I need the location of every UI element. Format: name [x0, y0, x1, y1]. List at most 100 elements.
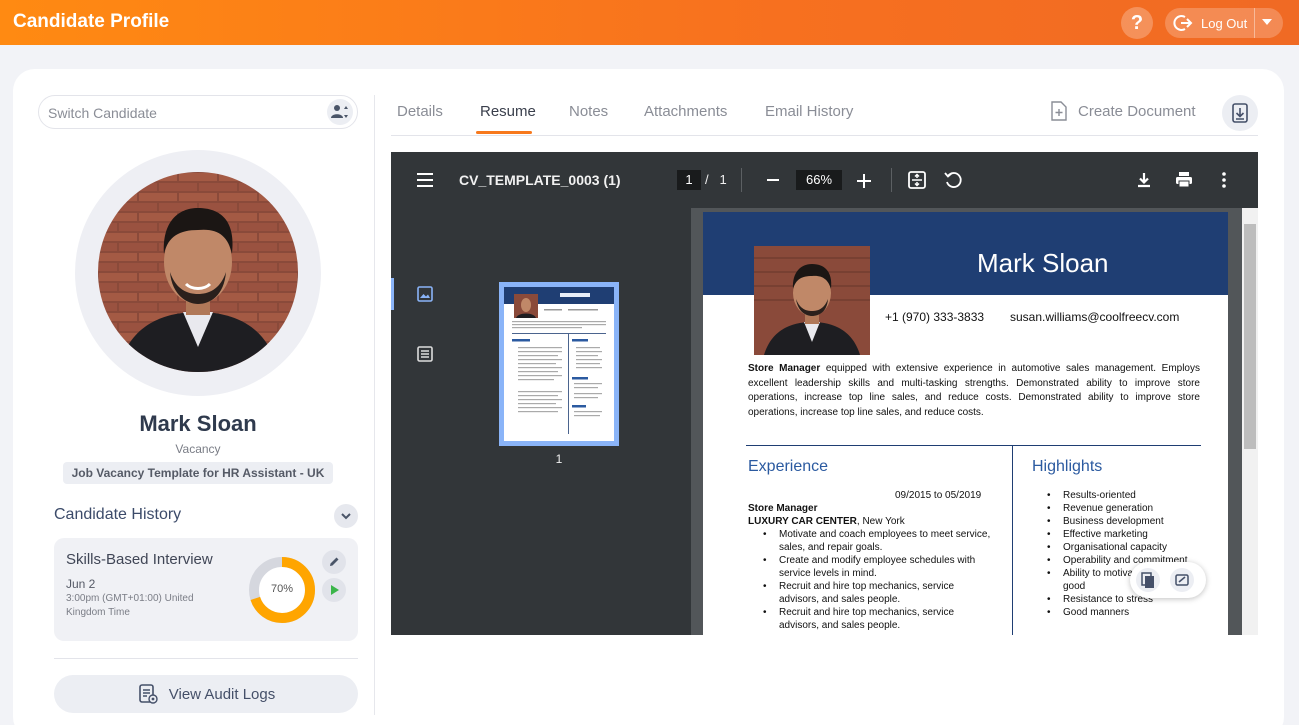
job-bullets: Motivate and coach employees to meet ser… — [761, 528, 991, 632]
history-toggle-button[interactable] — [334, 504, 358, 528]
download-icon — [1232, 103, 1248, 123]
company-name: LUXURY CAR CENTER — [748, 516, 857, 527]
list-item: Good manners — [1047, 606, 1207, 619]
resume-summary: Store Manager equipped with extensive ex… — [748, 362, 1200, 420]
resume-email: susan.williams@coolfreecv.com — [1010, 310, 1180, 324]
job-role: Store Manager — [748, 503, 818, 514]
tab-attachments[interactable]: Attachments — [644, 103, 727, 120]
vacancy-label: Vacancy — [175, 442, 221, 456]
job-company: LUXURY CAR CENTER, New York — [748, 516, 905, 527]
zoom-input[interactable]: 66% — [796, 170, 842, 190]
logout-separator — [1254, 8, 1255, 38]
logout-label: Log Out — [1201, 15, 1248, 31]
progress-percent: 70% — [270, 583, 294, 595]
highlights-heading: Highlights — [1032, 458, 1103, 475]
page-separator: / — [705, 172, 709, 187]
list-item: Business development — [1047, 515, 1207, 528]
history-event-title: Skills-Based Interview — [66, 551, 213, 568]
outline-icon[interactable] — [417, 346, 433, 362]
sidebar-active-indicator — [391, 278, 394, 310]
help-button[interactable]: ? — [1121, 7, 1153, 39]
print-icon[interactable] — [1174, 170, 1194, 190]
edit-document-button[interactable] — [1170, 568, 1194, 592]
experience-heading: Experience — [748, 458, 829, 475]
tab-notes[interactable]: Notes — [569, 103, 608, 120]
resume-photo — [754, 246, 870, 355]
highlights-list: Results-oriented Revenue generation Busi… — [1047, 489, 1207, 619]
list-item: Results-oriented — [1047, 489, 1207, 502]
page-thumbnail[interactable] — [499, 282, 619, 446]
copy-document-icon — [1141, 572, 1154, 588]
copy-document-button[interactable] — [1136, 568, 1160, 592]
viewer-sidebar: 1 — [391, 208, 691, 635]
divider — [54, 658, 358, 659]
avatar — [98, 172, 298, 372]
edit-document-icon — [1175, 574, 1189, 586]
zoom-in-icon[interactable] — [857, 174, 871, 188]
create-document-label: Create Document — [1078, 102, 1196, 120]
tab-resume[interactable]: Resume — [480, 103, 536, 120]
history-event-date: Jun 2 — [66, 577, 96, 591]
company-location: , New York — [856, 516, 905, 527]
resume-phone: +1 (970) 333-3833 — [885, 310, 985, 324]
fit-page-icon[interactable] — [907, 170, 927, 190]
toolbar-separator — [741, 168, 742, 192]
play-button[interactable] — [322, 578, 346, 602]
app-title: Candidate Profile — [13, 11, 170, 32]
history-event-time: 3:00pm (GMT+01:00) United Kingdom Time — [66, 593, 194, 618]
total-pages: 1 — [719, 172, 727, 187]
panel-divider — [374, 95, 375, 715]
audit-log-icon — [138, 684, 158, 704]
add-document-icon — [1051, 101, 1067, 121]
zoom-out-icon[interactable] — [767, 179, 779, 181]
create-document-button[interactable]: Create Document — [1050, 101, 1196, 121]
page-number-input[interactable]: 1 — [677, 170, 701, 190]
tab-details[interactable]: Details — [397, 103, 443, 120]
vacancy-chip[interactable]: Job Vacancy Template for HR Assistant - … — [63, 462, 333, 484]
pencil-icon — [330, 557, 339, 566]
thumbnail-preview — [504, 287, 614, 441]
viewer-toolbar: CV_TEMPLATE_0003 (1) 1 / 1 66% — [391, 152, 1258, 208]
summary-lead: Store Manager — [748, 363, 821, 374]
job-dates: 09/2015 to 05/2019 — [895, 490, 982, 501]
download-button[interactable] — [1222, 95, 1258, 131]
view-audit-logs-button[interactable]: View Audit Logs — [54, 675, 358, 713]
list-item: Revenue generation — [1047, 502, 1207, 515]
floating-actions — [1130, 562, 1206, 598]
list-item: Recruit and hire top mechanics, service … — [761, 580, 991, 606]
download-icon[interactable] — [1134, 170, 1154, 190]
active-tab-indicator — [476, 131, 532, 134]
menu-icon[interactable] — [417, 173, 433, 187]
more-vert-icon[interactable] — [1214, 170, 1234, 190]
top-bar: Candidate Profile ? Log Out — [0, 0, 1299, 45]
list-item: Effective marketing — [1047, 528, 1207, 541]
pdf-viewer[interactable]: CV_TEMPLATE_0003 (1) 1 / 1 66% 1 Mark Sl… — [391, 152, 1258, 635]
switch-candidate-input[interactable]: Switch Candidate — [38, 95, 358, 129]
resume-name: Mark Sloan — [977, 248, 1109, 278]
history-card[interactable]: Skills-Based Interview Jun 2 3:00pm (GMT… — [54, 538, 358, 641]
tab-email-history[interactable]: Email History — [765, 103, 853, 120]
candidate-name: Mark Sloan — [139, 411, 257, 436]
edit-button[interactable] — [322, 550, 346, 574]
toolbar-separator — [891, 168, 892, 192]
chevron-down-icon[interactable] — [1262, 19, 1272, 25]
scrollbar-thumb[interactable] — [1244, 224, 1256, 449]
tabs-divider — [391, 135, 1258, 136]
list-item: Organisational capacity — [1047, 541, 1207, 554]
section-divider — [746, 445, 1201, 446]
logout-icon — [1173, 15, 1193, 31]
rotate-icon[interactable] — [943, 170, 963, 190]
switch-users-icon[interactable] — [327, 99, 353, 125]
list-item: Motivate and coach employees to meet ser… — [761, 528, 991, 554]
list-item: Recruit and hire top mechanics, service … — [761, 606, 991, 632]
view-audit-logs-label: View Audit Logs — [168, 685, 276, 703]
column-divider — [1012, 446, 1013, 635]
page-total: / 1 — [705, 172, 727, 187]
logout-button[interactable]: Log Out — [1165, 8, 1283, 38]
switch-candidate-placeholder: Switch Candidate — [48, 105, 157, 121]
play-icon — [331, 585, 339, 595]
thumbnail-page-number: 1 — [555, 452, 563, 466]
list-item: Create and modify employee schedules wit… — [761, 554, 991, 580]
candidate-history-title: Candidate History — [54, 506, 182, 523]
thumbnails-icon[interactable] — [417, 286, 433, 302]
